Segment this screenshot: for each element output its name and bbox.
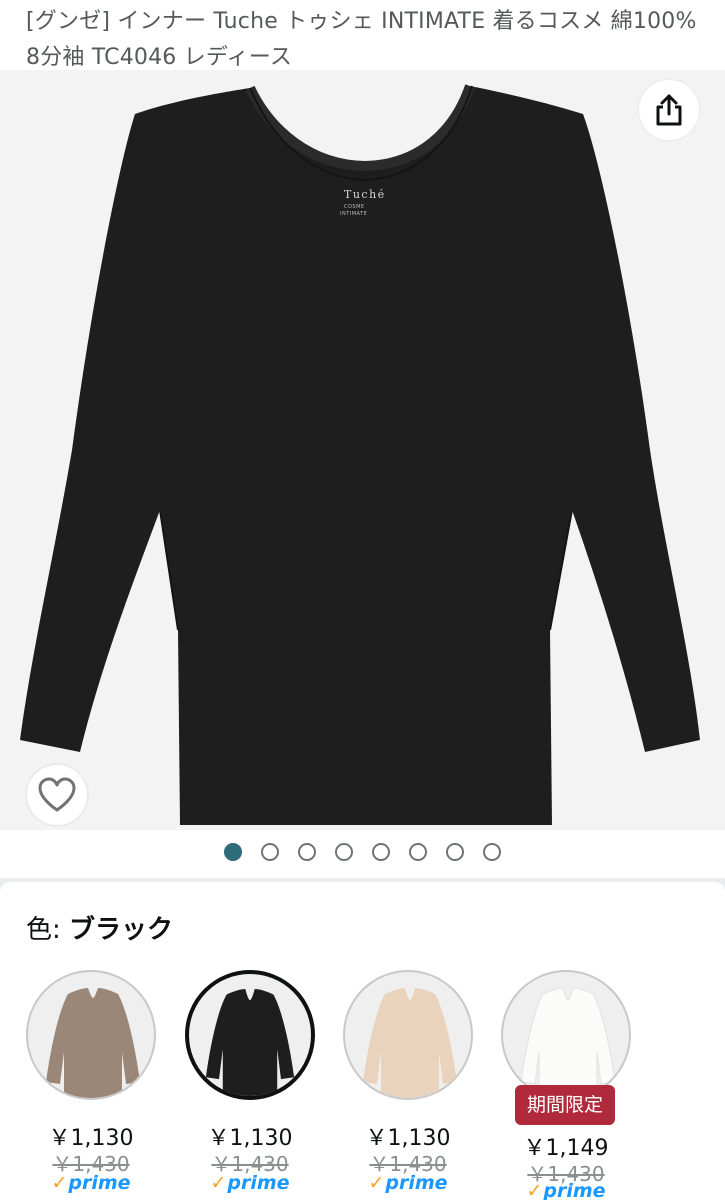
pagination-dot-5[interactable] [372, 843, 390, 861]
prime-badge: ✓prime [185, 1172, 315, 1194]
product-image[interactable]: Tuché COSME INTIMATE [0, 70, 725, 830]
prime-check-icon: ✓ [210, 1172, 227, 1194]
swatch-image [185, 970, 315, 1100]
garment-label-line1: COSME [344, 204, 365, 210]
prime-text: prime [68, 1172, 131, 1194]
swatch-image [343, 970, 473, 1100]
limited-time-badge: 期間限定 [515, 1085, 615, 1125]
color-swatch-black[interactable]: ￥1,130 ￥1,430 ✓prime [185, 970, 315, 1194]
prime-check-icon: ✓ [368, 1172, 385, 1194]
swatch-image [26, 970, 156, 1100]
pagination-dot-2[interactable] [261, 843, 279, 861]
prime-text: prime [227, 1172, 290, 1194]
prime-check-icon: ✓ [526, 1180, 543, 1200]
favorite-button[interactable] [27, 765, 87, 825]
prime-badge: ✓prime [343, 1172, 473, 1194]
prime-text: prime [543, 1180, 606, 1200]
section-divider [0, 878, 725, 894]
shirt-image: Tuché COSME INTIMATE [20, 84, 700, 825]
prime-badge: ✓prime [26, 1172, 156, 1194]
garment-label-line2: INTIMATE [340, 211, 367, 217]
product-title: [グンゼ] インナー Tuche トゥシェ INTIMATE 着るコスメ 綿10… [26, 9, 697, 70]
prime-text: prime [385, 1172, 448, 1194]
color-swatch-white[interactable]: ￥1,149 ￥1,430 ✓prime [501, 970, 631, 1200]
share-icon [656, 94, 682, 126]
color-label-key: 色: [26, 915, 61, 945]
swatch-image [501, 970, 631, 1100]
color-label: 色: ブラック [26, 910, 173, 950]
prime-badge: ✓prime [501, 1180, 631, 1200]
pagination-dot-7[interactable] [446, 843, 464, 861]
pagination-dot-6[interactable] [409, 843, 427, 861]
color-swatch-mocha[interactable]: ￥1,130 ￥1,430 ✓prime [26, 970, 156, 1194]
heart-outline-icon [38, 777, 76, 812]
garment-brand-label: Tuché [344, 188, 386, 201]
prime-check-icon: ✓ [51, 1172, 68, 1194]
pagination-dot-8[interactable] [483, 843, 501, 861]
pagination-dot-1[interactable] [224, 843, 242, 861]
color-selected-value: ブラック [69, 915, 174, 945]
pagination-dot-3[interactable] [298, 843, 316, 861]
share-button[interactable] [639, 80, 699, 140]
image-pagination [0, 843, 725, 863]
color-swatch-beige[interactable]: ￥1,130 ￥1,430 ✓prime [343, 970, 473, 1194]
pagination-dot-4[interactable] [335, 843, 353, 861]
